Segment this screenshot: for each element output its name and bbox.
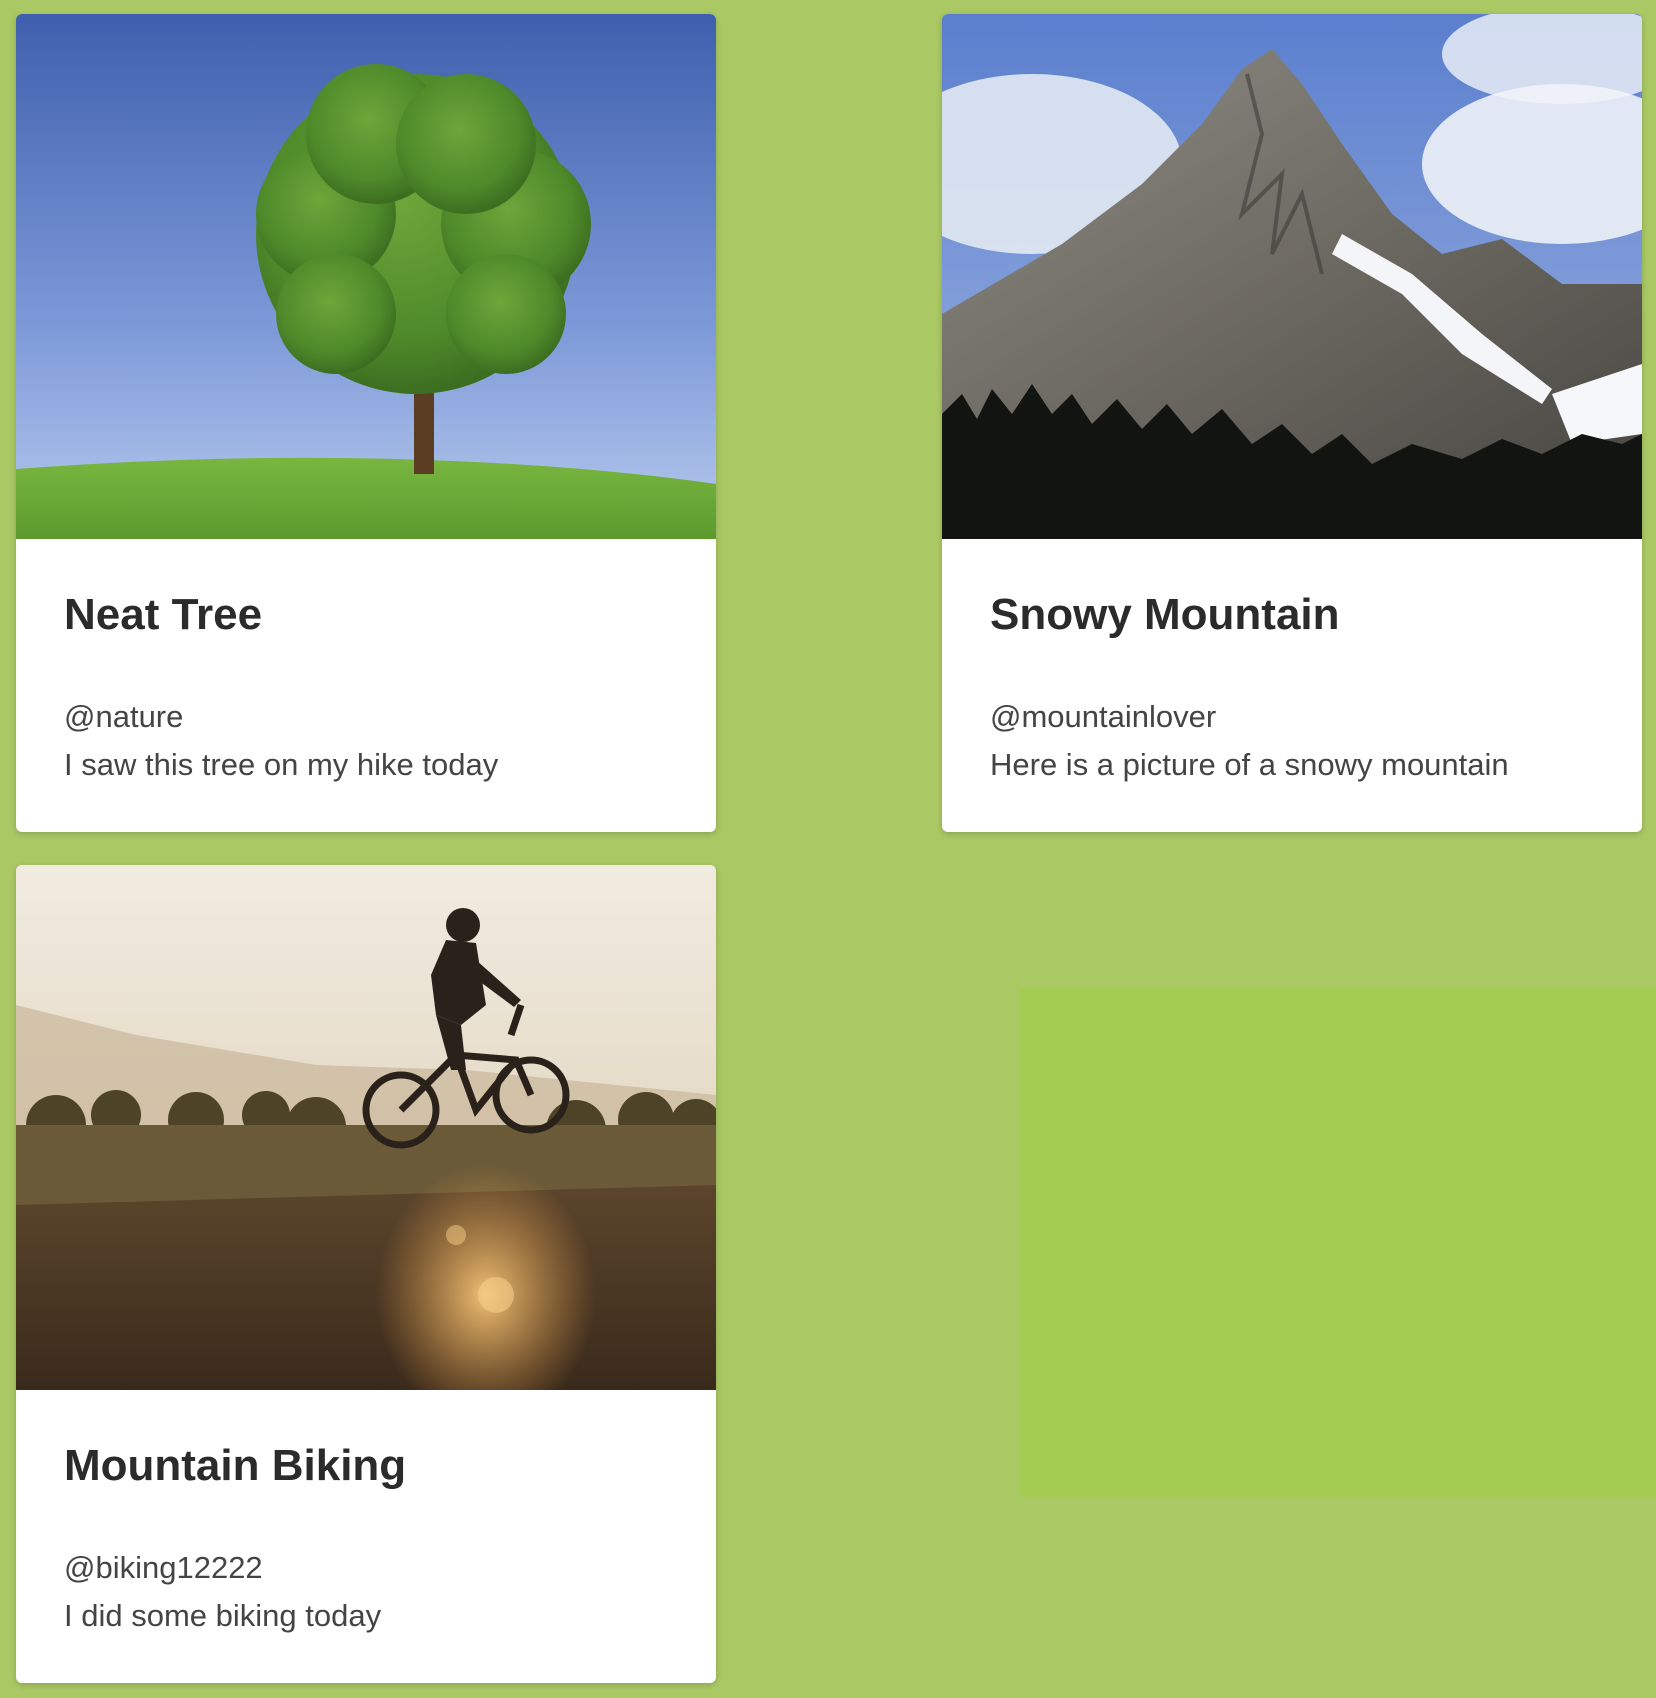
post-card-mountain-biking[interactable]: Mountain Biking @biking12222 I did some … [16, 865, 716, 1683]
post-author-handle[interactable]: @biking12222 [64, 1544, 668, 1592]
post-title: Neat Tree [64, 590, 263, 639]
snowy-mountain-photo [942, 14, 1642, 539]
post-title: Snowy Mountain [990, 590, 1340, 639]
post-card-neat-tree[interactable]: Neat Tree @nature I saw this tree on my … [16, 14, 716, 832]
post-caption: I did some biking today [64, 1598, 382, 1633]
highlight-block [1020, 987, 1656, 1497]
post-card-snowy-mountain[interactable]: Snowy Mountain @mountainlover Here is a … [942, 14, 1642, 832]
mountain-biker-photo [16, 865, 716, 1390]
post-author-handle[interactable]: @nature [64, 693, 668, 741]
post-caption: Here is a picture of a snowy mountain [990, 747, 1509, 782]
post-title: Mountain Biking [64, 1441, 407, 1490]
post-caption: I saw this tree on my hike today [64, 747, 499, 782]
post-author-handle[interactable]: @mountainlover [990, 693, 1594, 741]
tree-on-hill-photo [16, 14, 716, 539]
